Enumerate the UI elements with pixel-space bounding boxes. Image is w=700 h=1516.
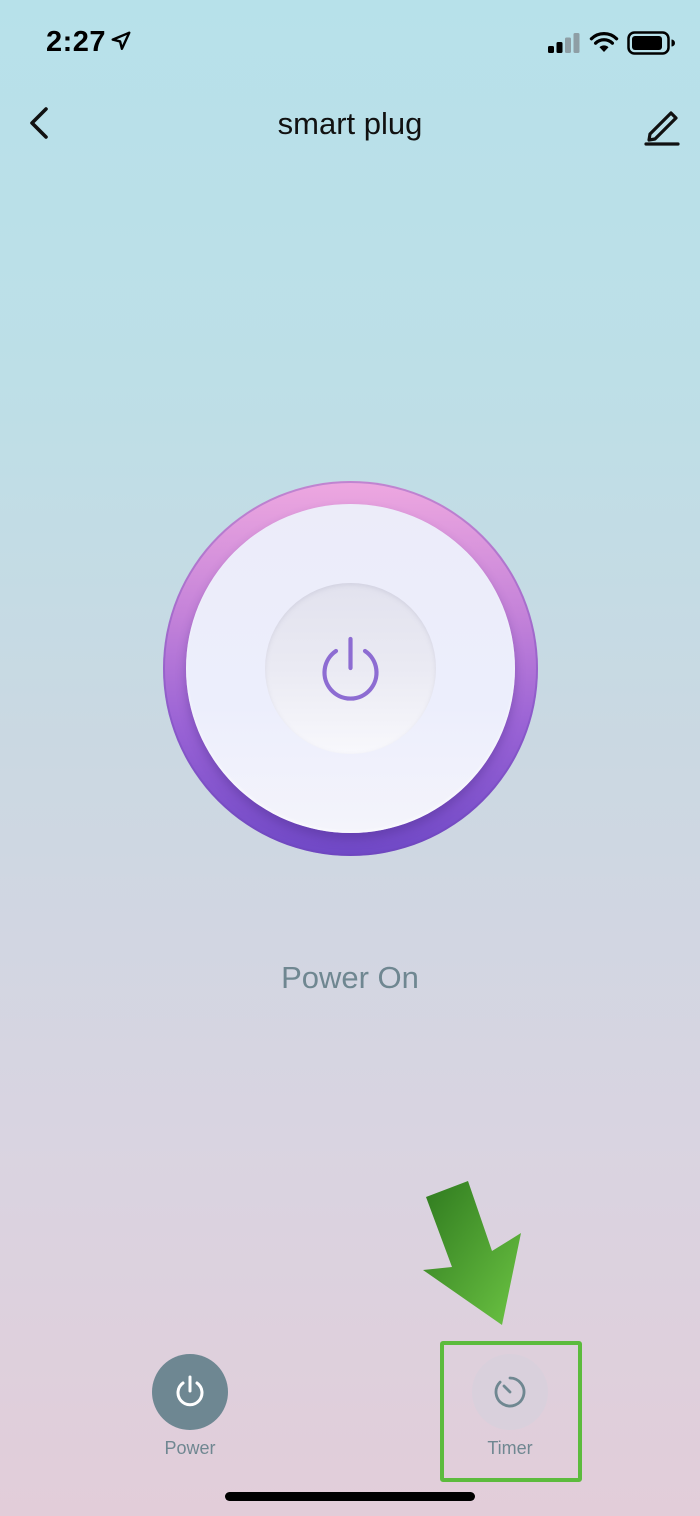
tab-power-label: Power [164, 1438, 216, 1458]
edit-button[interactable] [640, 104, 684, 148]
arrow-down-icon [423, 1181, 521, 1325]
power-status-text: Power On [281, 960, 419, 995]
location-arrow-icon [111, 31, 131, 50]
home-indicator [225, 1492, 475, 1501]
timer-icon [494, 1376, 526, 1408]
battery-icon [627, 31, 675, 55]
tab-power-circle [152, 1354, 228, 1430]
power-icon [176, 1375, 204, 1407]
cellular-signal-icon [548, 33, 580, 53]
wifi-icon [589, 32, 619, 52]
tab-timer[interactable]: Timer [465, 1352, 555, 1462]
tab-timer-label: Timer [487, 1438, 533, 1458]
status-bar: 2:27 [0, 0, 700, 88]
status-time: 2:27 [46, 26, 107, 58]
pencil-icon [644, 111, 680, 146]
page-title: smart plug [277, 106, 423, 141]
nav-bar: smart plug [0, 90, 700, 160]
tab-power[interactable]: Power [145, 1352, 235, 1462]
dial-center [265, 583, 436, 754]
dial-face [186, 504, 515, 833]
power-icon [322, 636, 379, 701]
power-toggle-dial[interactable] [163, 481, 538, 856]
tab-timer-circle [472, 1354, 548, 1430]
